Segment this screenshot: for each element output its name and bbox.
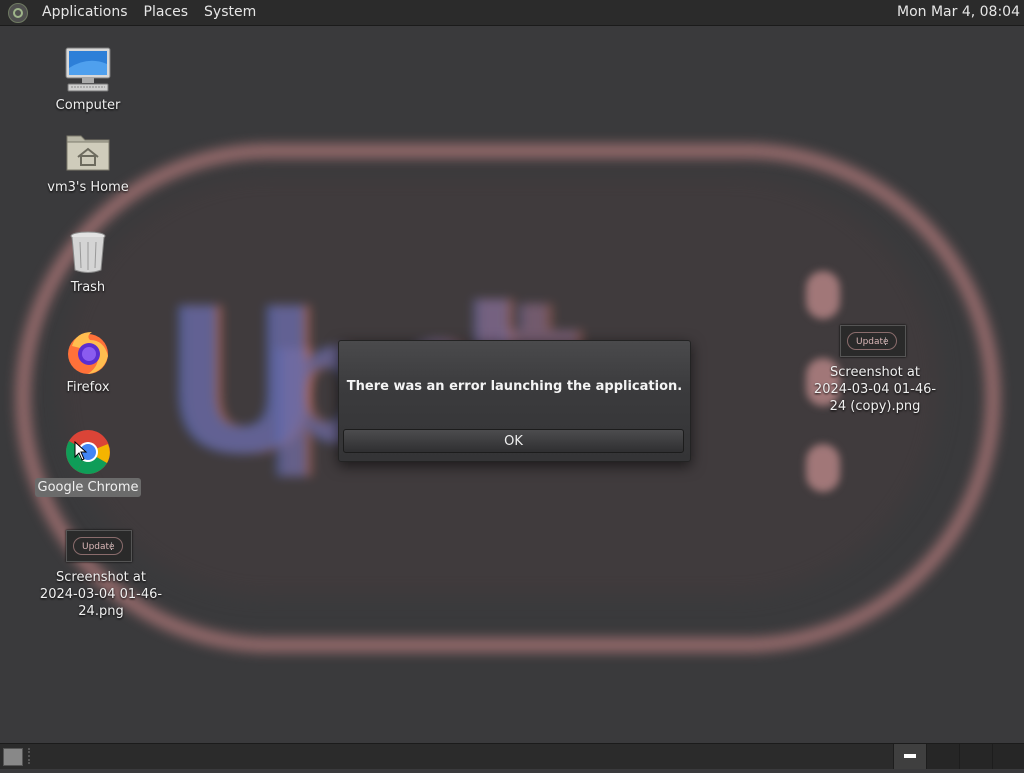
desktop-icon-google-chrome[interactable]: Google Chrome (23, 428, 153, 497)
panel-handle[interactable] (28, 748, 34, 764)
workspace-3[interactable] (959, 744, 992, 769)
bottom-panel (0, 743, 1024, 769)
ok-button[interactable]: OK (343, 429, 684, 453)
clock[interactable]: Mon Mar 4, 08:04 (897, 0, 1020, 25)
wallpaper-dot (806, 271, 840, 319)
mouse-cursor-icon (74, 440, 88, 465)
thumbnail-update-pill: Update (847, 332, 897, 351)
workspace-1[interactable] (893, 744, 926, 769)
workspace-2[interactable] (926, 744, 959, 769)
image-file-icon: Update (66, 530, 132, 562)
desktop-icon-label: vm3's Home (47, 180, 129, 195)
desktop-icon-firefox[interactable]: Firefox (23, 328, 153, 397)
trash-icon (64, 228, 112, 276)
desktop-icon-computer[interactable]: Computer (23, 46, 153, 115)
wallpaper-dot (806, 444, 840, 492)
desktop-icon-label: Screenshot at 2024-03-04 01-46-24 (copy)… (813, 365, 937, 414)
thumbnail-update-pill: Update (73, 537, 123, 556)
error-message: There was an error launching the applica… (346, 379, 683, 394)
desktop-icon-trash[interactable]: Trash (23, 228, 153, 297)
menu-places[interactable]: Places (136, 0, 197, 25)
workspace-4[interactable] (992, 744, 1024, 769)
desktop-icon-screenshot[interactable]: Update Screenshot at 2024-03-04 01-46-24… (34, 530, 164, 621)
firefox-icon (64, 328, 112, 376)
desktop-icon-label: Computer (55, 98, 121, 113)
desktop-icon-home[interactable]: vm3's Home (23, 128, 153, 197)
chrome-icon (64, 428, 112, 476)
top-panel: Applications Places System Mon Mar 4, 08… (0, 0, 1024, 26)
desktop-icon-label: Trash (70, 280, 106, 295)
menu-applications[interactable]: Applications (34, 0, 136, 25)
home-folder-icon (64, 128, 112, 176)
computer-icon (64, 46, 112, 94)
show-desktop-icon[interactable] (3, 748, 23, 766)
image-file-icon: Update (840, 325, 906, 357)
desktop-icon-label: Firefox (66, 380, 110, 395)
desktop-icon-screenshot-copy[interactable]: Update Screenshot at 2024-03-04 01-46-24… (808, 325, 938, 416)
error-dialog: There was an error launching the applica… (338, 340, 691, 462)
desktop-icon-label: Google Chrome (34, 478, 142, 497)
distro-logo-icon[interactable] (8, 2, 28, 23)
desktop-icon-label: Screenshot at 2024-03-04 01-46-24.png (39, 570, 163, 619)
menu-system[interactable]: System (196, 0, 264, 25)
